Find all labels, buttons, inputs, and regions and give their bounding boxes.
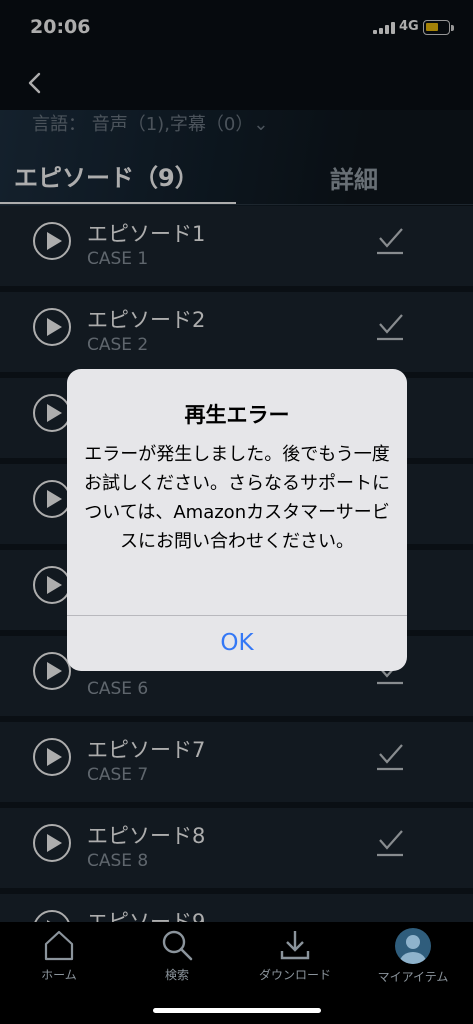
dialog-title: 再生エラー [184,403,290,427]
ok-button[interactable]: OK [67,616,407,671]
nav-home[interactable]: ホーム [0,928,118,998]
home-icon [44,930,74,961]
nav-search[interactable]: 検索 [118,928,236,998]
search-icon [162,930,193,961]
home-indicator [153,1008,321,1013]
download-icon [280,931,310,960]
nav-label: マイアイテム [377,970,449,984]
nav-my-items[interactable]: マイアイテム [354,928,472,998]
nav-label: 検索 [164,968,189,982]
dialog-message: エラーが発生しました。後でもう一度お試しください。さらなるサポートについては、A… [84,444,390,552]
nav-label: ダウンロード [258,968,331,982]
avatar-icon [395,928,431,964]
nav-label: ホーム [41,968,77,982]
nav-download[interactable]: ダウンロード [236,928,354,998]
error-dialog: 再生エラー エラーが発生しました。後でもう一度お試しください。さらなるサポートに… [67,369,407,671]
